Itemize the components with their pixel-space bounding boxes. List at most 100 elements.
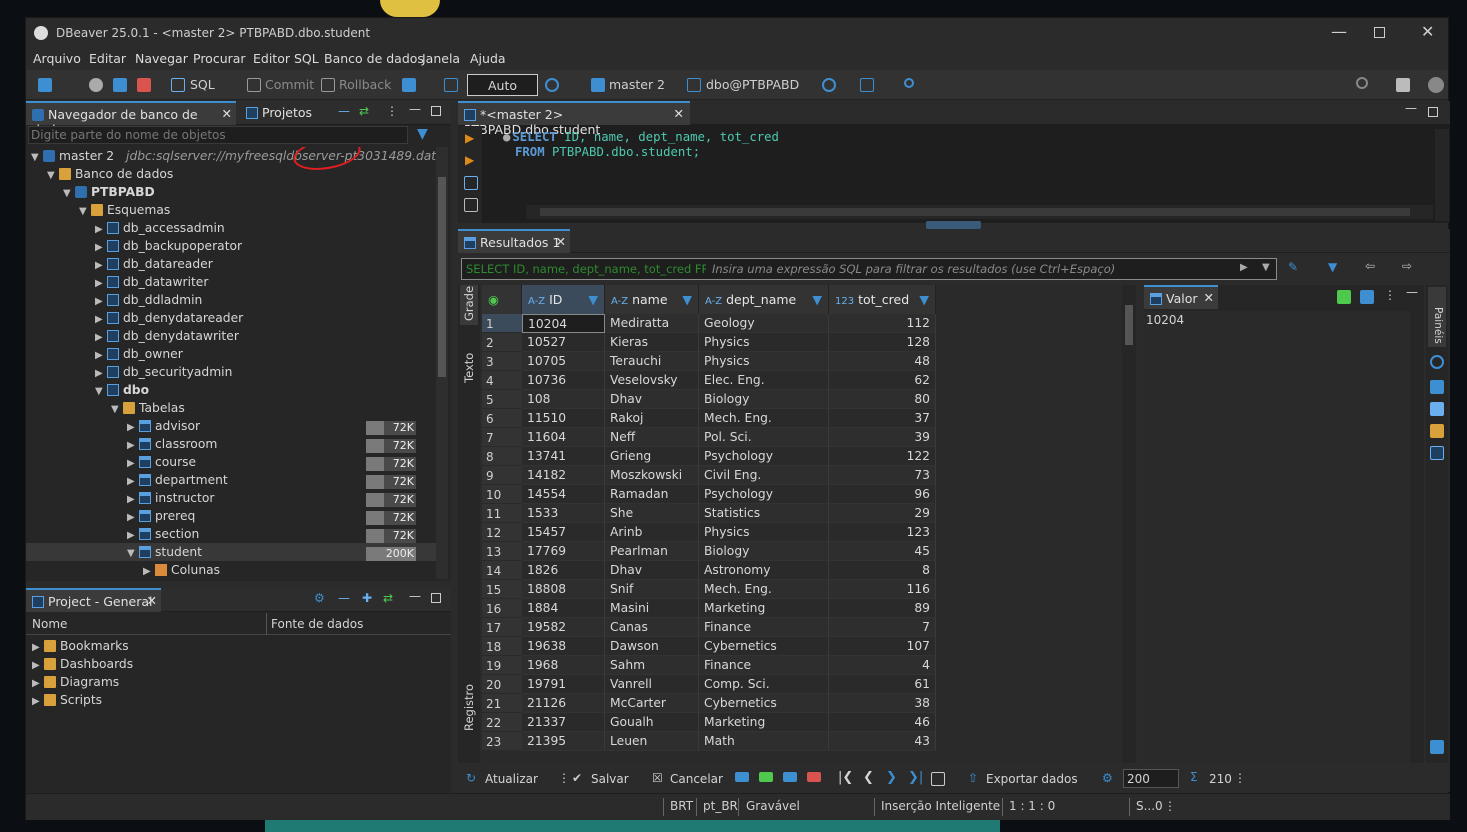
disconnect-icon[interactable] xyxy=(137,78,151,92)
table-cell[interactable]: Marketing xyxy=(699,599,829,618)
table-cell[interactable]: Snif xyxy=(605,580,699,599)
table-cell[interactable]: Kieras xyxy=(605,333,699,352)
tree-schema-item[interactable]: ▶ db_securityadmin xyxy=(95,365,232,383)
table-cell[interactable]: She xyxy=(605,504,699,523)
add-row-icon[interactable] xyxy=(759,772,773,782)
table-cell[interactable]: Cybernetics xyxy=(699,637,829,656)
column-header-name[interactable]: Nome xyxy=(32,617,67,631)
navigator-scrollbar[interactable] xyxy=(436,147,448,579)
chevron-right-icon[interactable]: ▶ xyxy=(127,476,139,487)
tree-schema-item[interactable]: ▶ db_datawriter xyxy=(95,275,208,293)
project-item-scripts[interactable]: ▶ Scripts xyxy=(32,693,102,711)
table-cell[interactable]: Arinb xyxy=(605,523,699,542)
table-cell[interactable]: Physics xyxy=(699,333,829,352)
sql-editor-icon[interactable] xyxy=(171,78,185,92)
cancel-button[interactable]: Cancelar xyxy=(670,772,723,786)
table-cell[interactable]: Statistics xyxy=(699,504,829,523)
chevron-right-icon[interactable]: ▶ xyxy=(95,242,107,253)
forward-icon[interactable]: ⇨ xyxy=(1402,259,1412,273)
chevron-right-icon[interactable]: ▶ xyxy=(127,530,139,541)
table-cell[interactable]: 19638 xyxy=(522,637,605,656)
tree-schema-item[interactable]: ▶ db_owner xyxy=(95,347,183,365)
table-cell[interactable]: 107 xyxy=(829,637,936,656)
table-cell[interactable]: Dhav xyxy=(605,561,699,580)
export-data-button[interactable]: Exportar dados xyxy=(986,772,1078,786)
table-cell[interactable]: Dhav xyxy=(605,390,699,409)
filter-icon[interactable]: ▼ xyxy=(1328,260,1337,274)
calc-icon[interactable] xyxy=(1430,424,1444,438)
table-cell[interactable]: Leuen xyxy=(605,732,699,751)
table-cell[interactable]: 123 xyxy=(829,523,936,542)
table-cell[interactable]: Goualh xyxy=(605,713,699,732)
chevron-right-icon[interactable]: ▶ xyxy=(127,458,139,469)
chevron-right-icon[interactable]: ▶ xyxy=(32,696,44,707)
minimize-view-icon[interactable]: — xyxy=(409,102,421,116)
sql-code[interactable]: ● SELECT ID, name, dept_name, tot_cred FR… xyxy=(503,130,779,160)
table-cell[interactable]: 45 xyxy=(829,542,936,561)
tree-table-item[interactable]: ▶ instructor xyxy=(127,491,214,509)
fetch-all-icon[interactable] xyxy=(931,772,945,786)
table-cell[interactable]: 21337 xyxy=(522,713,605,732)
table-cell[interactable]: 11510 xyxy=(522,409,605,428)
status-menu-icon[interactable]: ⋮ xyxy=(1164,799,1176,813)
minimize-icon[interactable]: — xyxy=(1331,22,1347,41)
tree-columns[interactable]: ▶ Colunas xyxy=(143,563,220,579)
project-item-dashboards[interactable]: ▶ Dashboards xyxy=(32,657,133,675)
tab-grid[interactable]: Grade xyxy=(460,285,478,325)
row-number[interactable]: 5 xyxy=(482,390,522,409)
last-page-icon[interactable]: ❯| xyxy=(908,770,923,785)
add-icon[interactable]: ✚ xyxy=(362,591,372,605)
table-cell[interactable]: 37 xyxy=(829,409,936,428)
back-icon[interactable]: ⇦ xyxy=(1365,259,1375,273)
table-cell[interactable]: Geology xyxy=(699,314,829,333)
table-cell[interactable]: Masini xyxy=(605,599,699,618)
row-number[interactable]: 12 xyxy=(482,523,522,542)
chevron-right-icon[interactable]: ▶ xyxy=(95,296,107,307)
chevron-right-icon[interactable]: ▶ xyxy=(127,440,139,451)
first-page-icon[interactable]: |❮ xyxy=(838,770,853,785)
delete-row-icon[interactable] xyxy=(807,772,821,782)
table-cell[interactable]: Pol. Sci. xyxy=(699,428,829,447)
table-cell[interactable]: 14554 xyxy=(522,485,605,504)
row-number[interactable]: 17 xyxy=(482,618,522,637)
table-cell[interactable]: Biology xyxy=(699,542,829,561)
chevron-down-icon[interactable]: ▼ xyxy=(63,188,75,199)
table-cell[interactable]: Astronomy xyxy=(699,561,829,580)
tab-project-general[interactable]: Project - General ✕ xyxy=(26,588,161,612)
table-cell[interactable]: 48 xyxy=(829,352,936,371)
table-cell[interactable]: 21395 xyxy=(522,732,605,751)
table-cell[interactable]: 61 xyxy=(829,675,936,694)
table-cell[interactable]: Grieng xyxy=(605,447,699,466)
apply-filter-icon[interactable]: ▶ xyxy=(1240,262,1248,273)
tree-schema-item[interactable]: ▶ db_accessadmin xyxy=(95,221,225,239)
table-cell[interactable]: 18808 xyxy=(522,580,605,599)
tree-schema-item[interactable]: ▶ db_datareader xyxy=(95,257,213,275)
navigator-filter-input[interactable]: Digite parte do nome de objetos xyxy=(28,126,408,144)
close-tab-icon[interactable]: ✕ xyxy=(147,593,157,608)
row-number[interactable]: 19 xyxy=(482,656,522,675)
chevron-down-icon[interactable]: ▼ xyxy=(95,386,107,397)
table-cell[interactable]: Math xyxy=(699,732,829,751)
table-cell[interactable]: Cybernetics xyxy=(699,694,829,713)
table-cell[interactable]: 1884 xyxy=(522,599,605,618)
close-icon[interactable]: ✕ xyxy=(1421,22,1434,41)
tab-projects[interactable]: Projetos xyxy=(240,101,320,125)
search-tool-icon[interactable] xyxy=(904,78,914,88)
column-header-name[interactable]: A-Z name ▼ xyxy=(605,285,699,314)
table-cell[interactable]: 10705 xyxy=(522,352,605,371)
tree-table-item[interactable]: ▶ classroom xyxy=(127,437,217,455)
row-number[interactable]: 23 xyxy=(482,732,522,751)
row-number[interactable]: 14 xyxy=(482,561,522,580)
table-cell[interactable]: 80 xyxy=(829,390,936,409)
fetch-size-input[interactable]: 200 xyxy=(1123,769,1179,788)
grid-vscrollbar[interactable] xyxy=(1122,285,1136,763)
row-number[interactable]: 8 xyxy=(482,447,522,466)
table-cell[interactable]: 11604 xyxy=(522,428,605,447)
prev-page-icon[interactable]: ❮ xyxy=(863,770,874,785)
table-cell[interactable]: 96 xyxy=(829,485,936,504)
history-icon[interactable] xyxy=(545,78,559,92)
tree-table-item-student[interactable]: ▼ student xyxy=(127,545,202,563)
refresh-button[interactable]: Atualizar xyxy=(485,772,538,786)
link-editor-icon[interactable]: ⇄ xyxy=(383,591,393,605)
next-page-icon[interactable]: ❯ xyxy=(886,770,897,785)
